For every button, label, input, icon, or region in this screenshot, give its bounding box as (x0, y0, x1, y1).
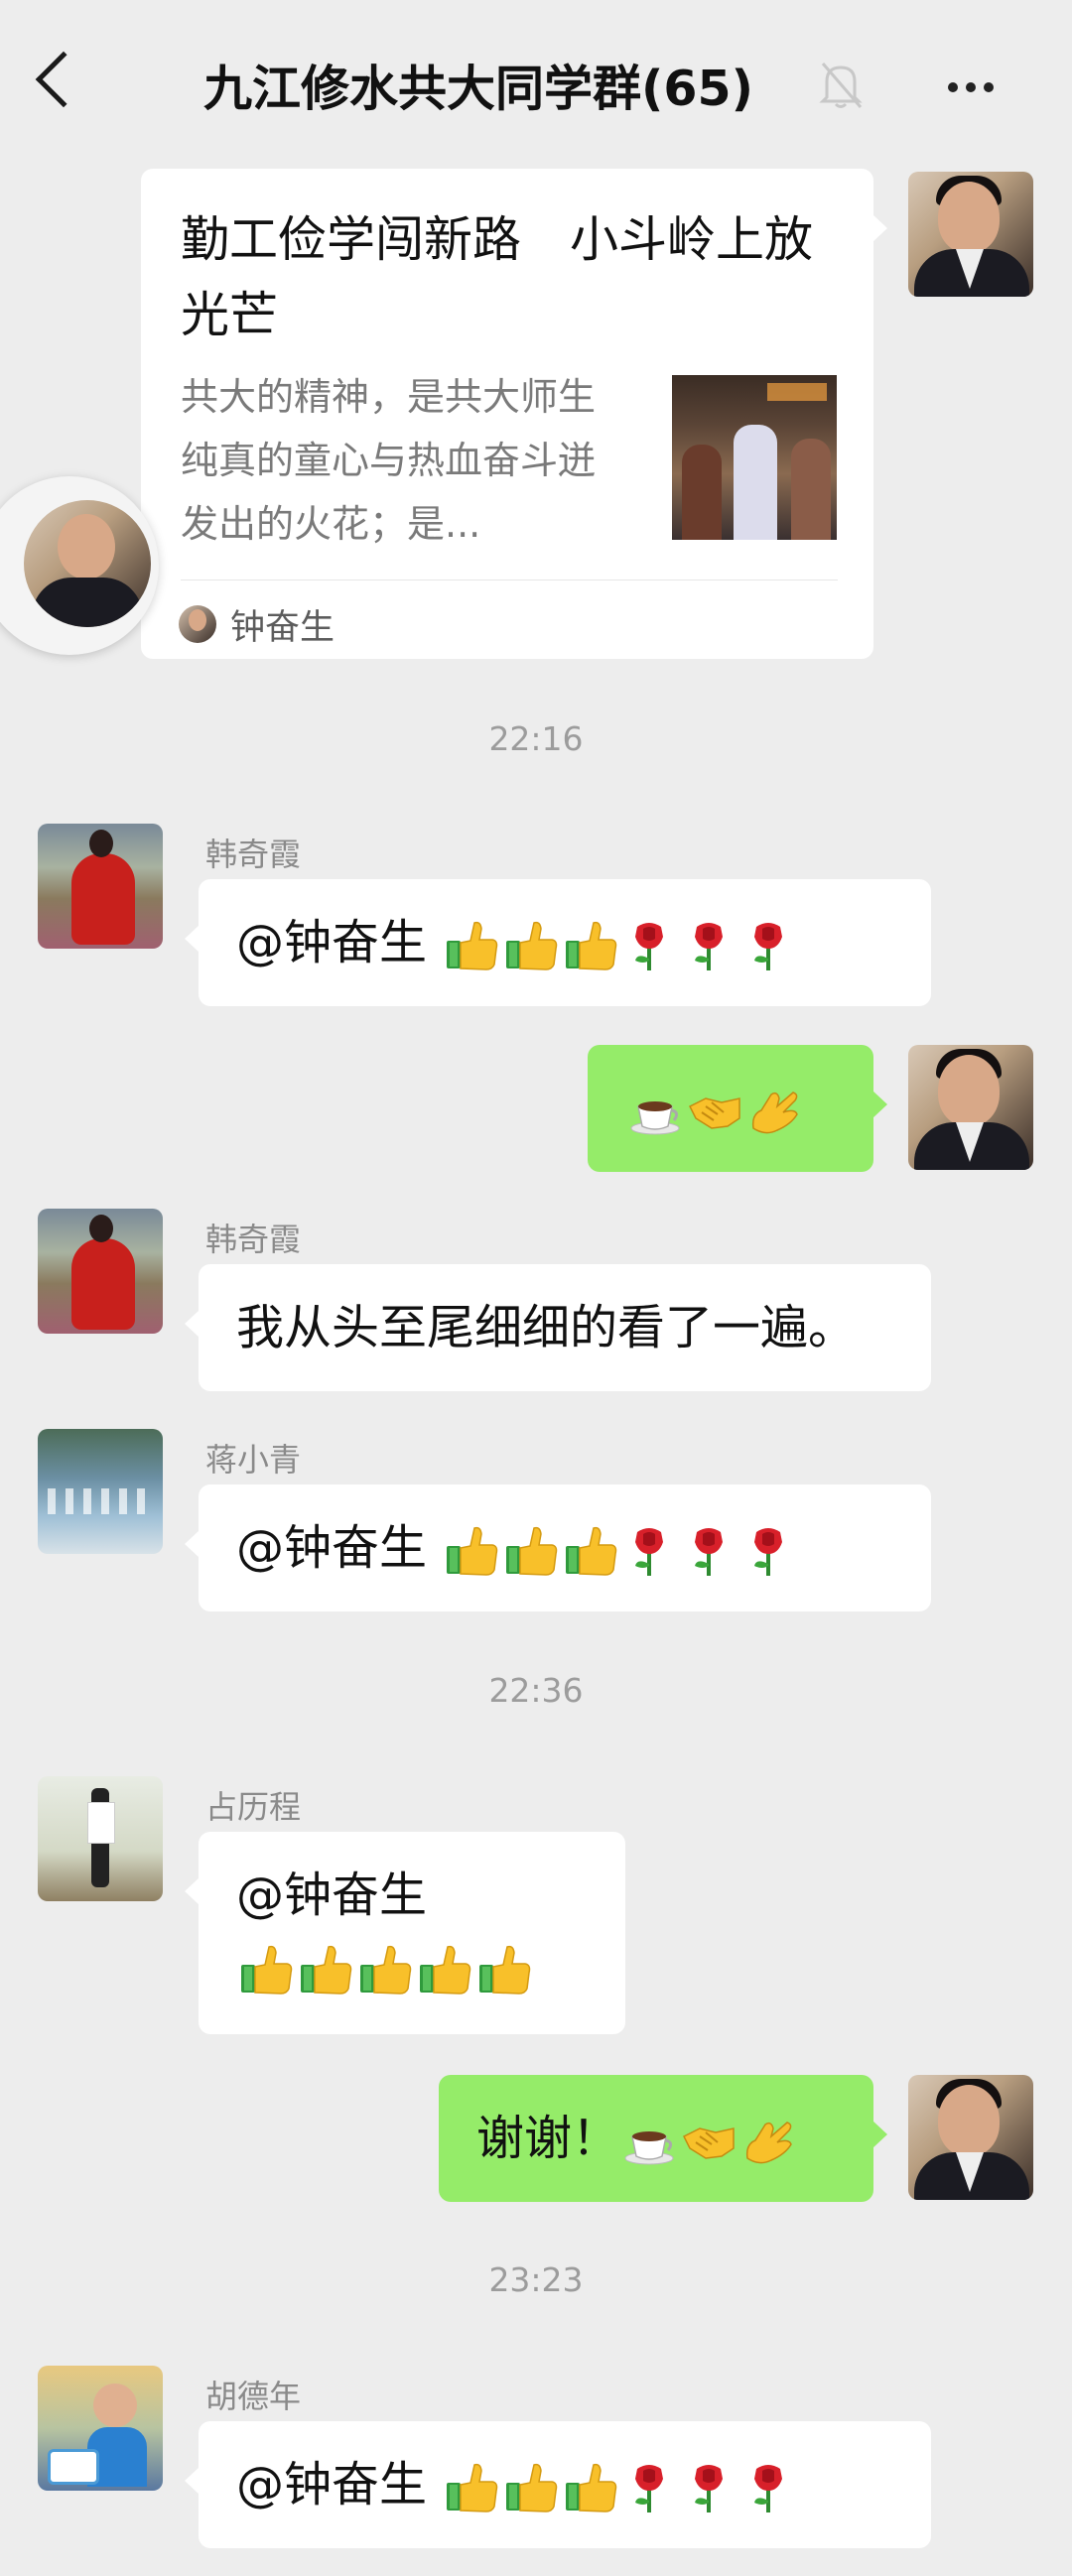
self-avatar[interactable] (908, 1045, 1033, 1170)
rose-icon (693, 921, 726, 972)
more-dots-icon[interactable] (948, 77, 1002, 96)
sender-avatar[interactable] (38, 1776, 163, 1901)
message-bubble[interactable]: 谢谢！ (439, 2075, 887, 2202)
thumbs-up-icon (505, 1526, 558, 1576)
back-arrow-icon[interactable] (35, 51, 92, 108)
sender-avatar[interactable] (38, 824, 163, 949)
thumbs-up-icon (478, 1945, 531, 1995)
message-bubble[interactable]: @钟奋生 (185, 879, 931, 1006)
rose-icon (693, 2463, 726, 2514)
message-text: @钟奋生 (236, 1868, 428, 1923)
message-bubble[interactable]: 我从头至尾细细的看了一遍。 (185, 1264, 931, 1391)
thumbs-up-icon (240, 1945, 293, 1995)
shared-article-card[interactable]: 勤工俭学闯新路 小斗岭上放光芒 共大的精神，是共大师生纯真的童心与热血奋斗迸发出… (141, 169, 887, 659)
thumbs-up-icon (446, 921, 498, 970)
mute-bell-icon (819, 63, 863, 108)
handshake-icon (689, 1097, 740, 1129)
thumbs-up-icon (505, 921, 558, 970)
timestamp: 23:23 (488, 2260, 584, 2299)
rose-icon (752, 921, 785, 972)
message-text: 我从头至尾细细的看了一遍。 (236, 1300, 857, 1355)
thumbs-up-icon (419, 1945, 471, 1995)
sender-name: 韩奇霞 (205, 1221, 302, 1258)
rose-icon (633, 921, 666, 972)
article-title: 勤工俭学闯新路 小斗岭上放光芒 (181, 211, 814, 343)
thumbs-up-icon (359, 1945, 412, 1995)
source-avatar (179, 605, 216, 643)
chat-title: 九江修水共大同学群(65) (203, 61, 753, 117)
message-bubble[interactable]: @钟奋生 (185, 1832, 625, 2034)
message-bubble[interactable]: @钟奋生 (185, 1484, 931, 1611)
rose-icon (633, 1526, 666, 1578)
article-source: 钟奋生 (230, 608, 335, 648)
ok-hand-icon (745, 2122, 792, 2164)
sender-avatar[interactable] (38, 2366, 163, 2491)
timestamp: 22:16 (488, 719, 584, 758)
rose-icon (693, 1526, 726, 1578)
thumbs-up-icon (565, 1526, 617, 1576)
sender-name: 占历程 (205, 1788, 302, 1826)
message-text: @钟奋生 (236, 2457, 443, 2512)
sender-name: 蒋小青 (205, 1441, 302, 1479)
sender-avatar[interactable] (38, 1209, 163, 1334)
sender-avatar[interactable] (38, 1429, 163, 1554)
self-avatar[interactable] (908, 2075, 1033, 2200)
top-bar: 九江修水共大同学群(65) (0, 0, 1072, 169)
thumbs-up-icon (565, 921, 617, 970)
handshake-icon (683, 2127, 736, 2159)
ok-hand-icon (751, 1092, 798, 1134)
thumbs-up-icon (446, 1526, 498, 1576)
thumbs-up-icon (505, 2463, 558, 2512)
sender-name: 韩奇霞 (205, 836, 302, 873)
timestamp: 22:36 (488, 1671, 584, 1710)
message-bubble[interactable]: @钟奋生 (185, 2421, 931, 2548)
self-avatar[interactable] (908, 172, 1033, 297)
floating-avatar-bubble[interactable] (0, 476, 159, 655)
coffee-icon (623, 2129, 675, 2166)
thumbs-up-icon (446, 2463, 498, 2512)
thumbs-up-icon (300, 1945, 352, 1995)
rose-icon (633, 2463, 666, 2514)
rose-icon (752, 2463, 785, 2514)
coffee-icon (629, 1099, 681, 1136)
article-thumbnail (672, 375, 837, 540)
message-text: @钟奋生 (236, 1520, 443, 1576)
message-bubble[interactable] (588, 1045, 887, 1172)
thumbs-up-icon (565, 2463, 617, 2512)
article-description: 共大的精神，是共大师生纯真的童心与热血奋斗迸发出的火花；是... (181, 375, 597, 546)
rose-icon (752, 1526, 785, 1578)
sender-name: 胡德年 (205, 2378, 302, 2415)
message-text: @钟奋生 (236, 915, 443, 970)
message-text: 谢谢！ (476, 2111, 620, 2166)
